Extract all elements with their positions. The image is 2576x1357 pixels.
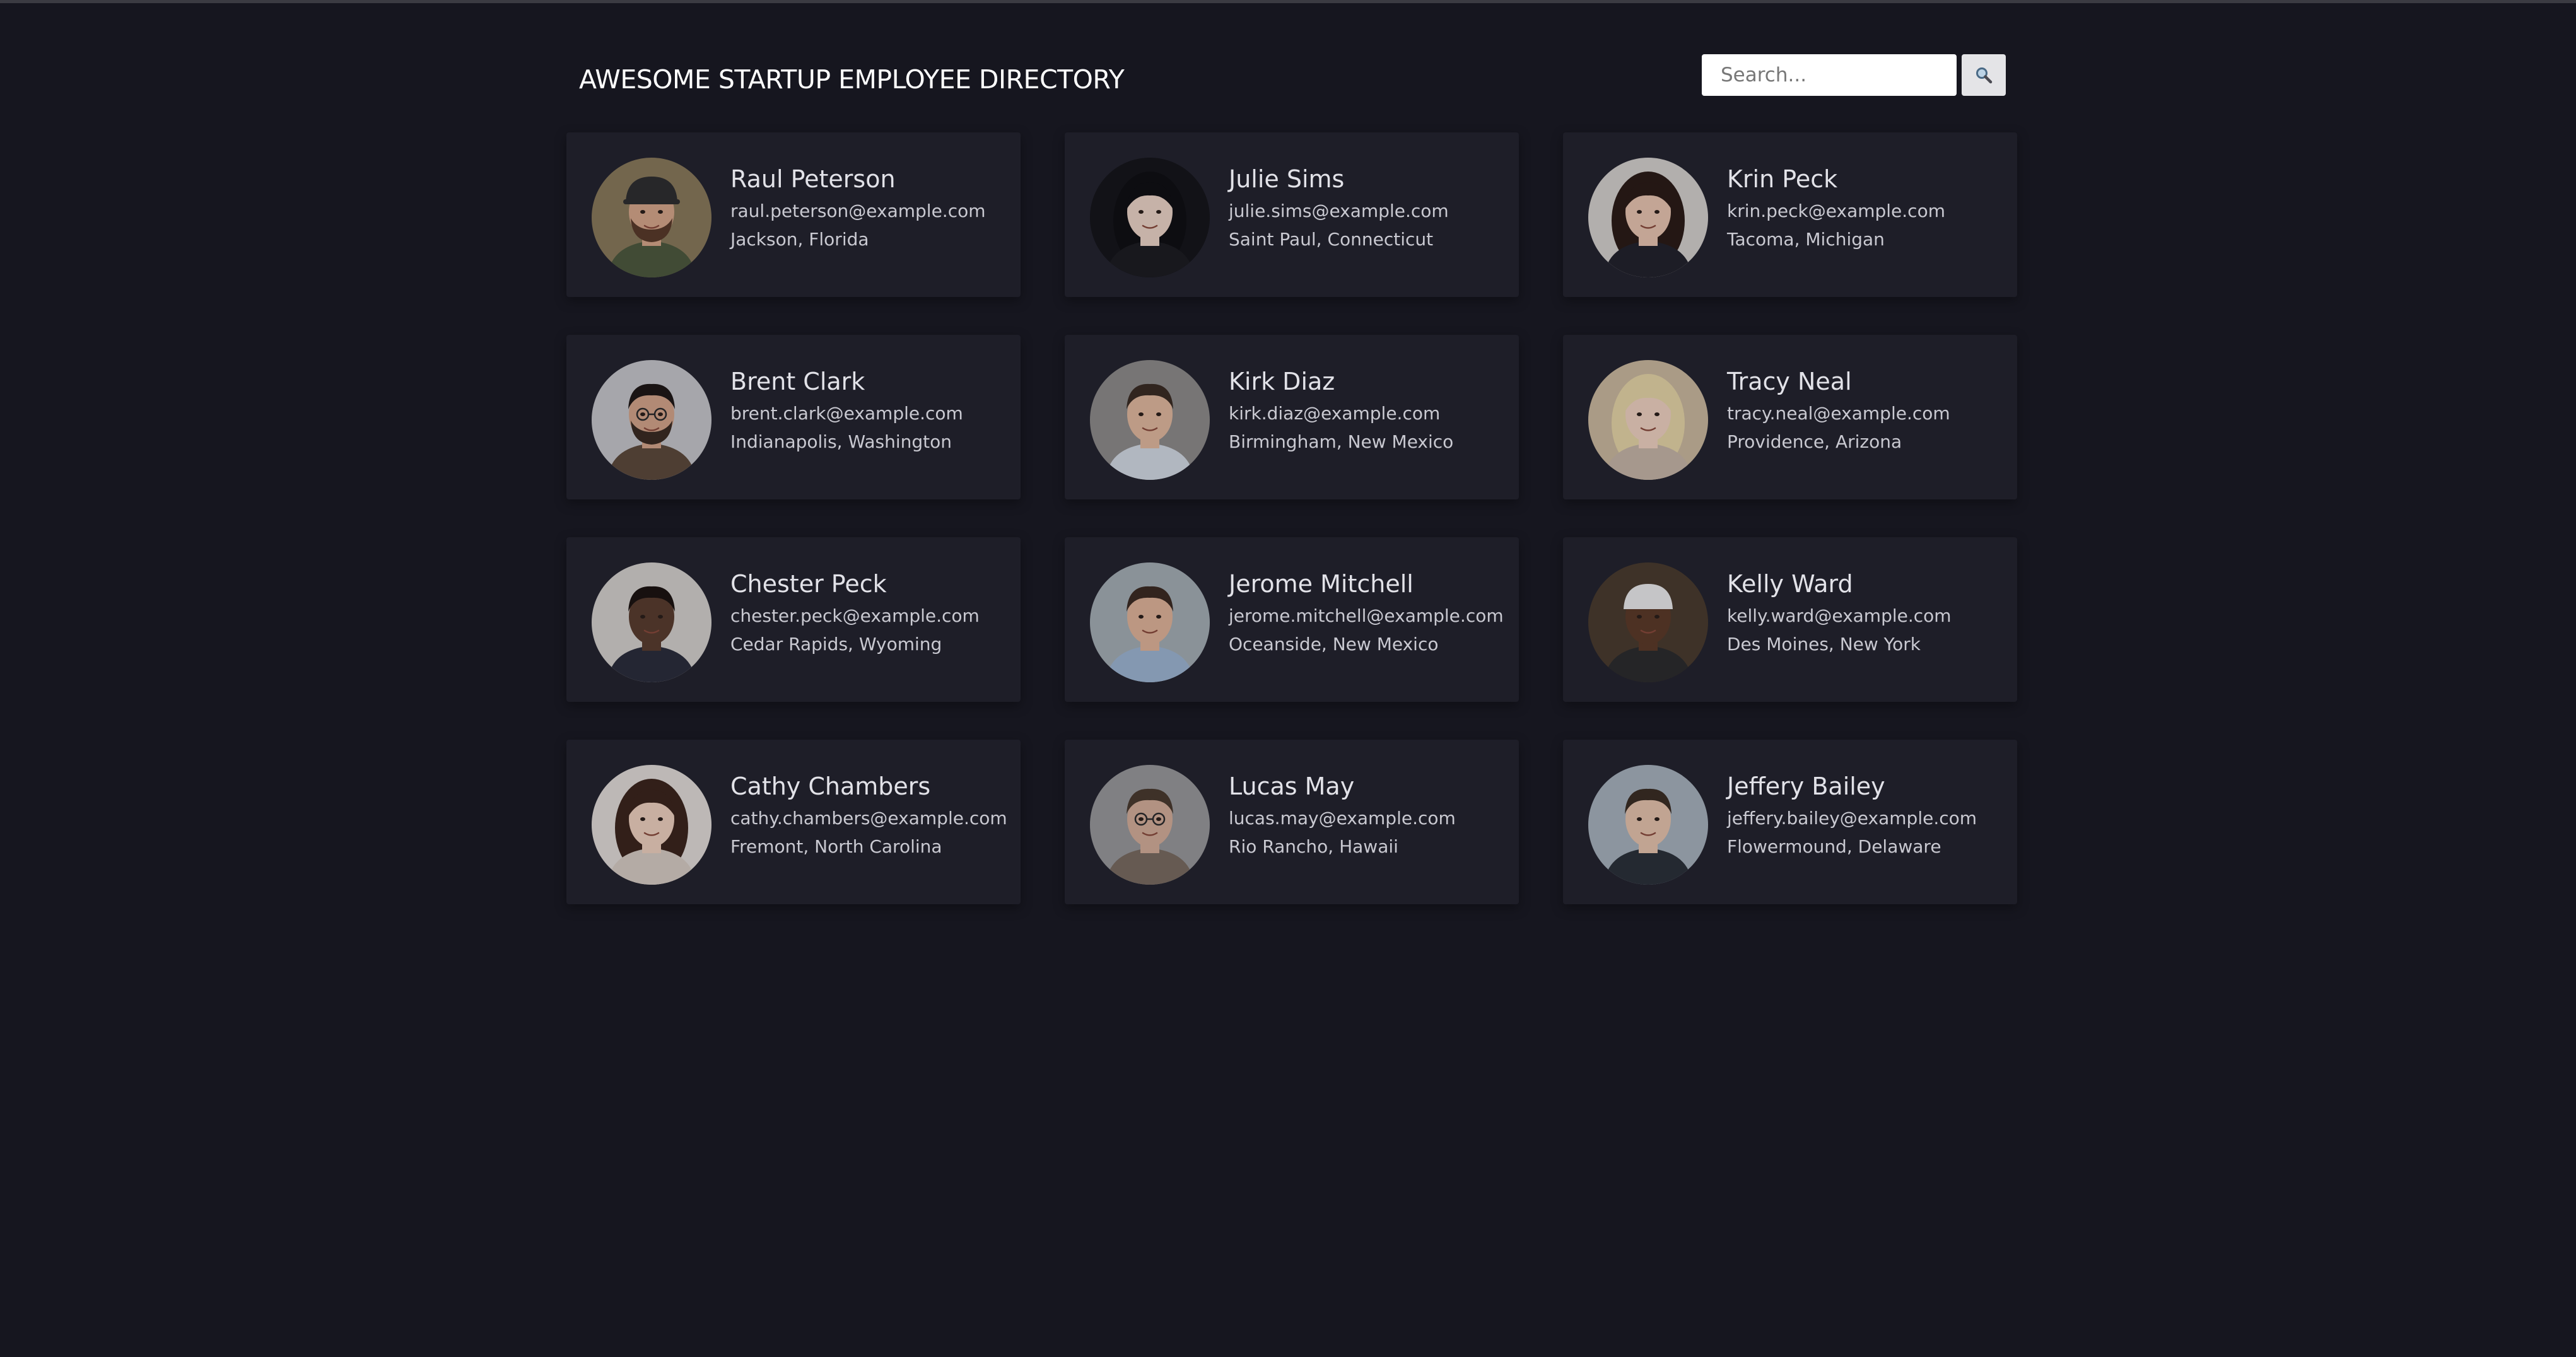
employee-name: Kirk Diaz	[1229, 368, 1335, 395]
employee-location: Rio Rancho, Hawaii	[1229, 836, 1398, 857]
employee-email: chester.peck@example.com	[730, 605, 980, 626]
avatar	[592, 765, 711, 885]
page-header: AWESOME STARTUP EMPLOYEE DIRECTORY	[566, 53, 2017, 110]
employee-name: Tracy Neal	[1727, 368, 1852, 395]
employee-location: Tacoma, Michigan	[1727, 229, 1885, 250]
employee-email: brent.clark@example.com	[730, 403, 963, 424]
employee-card[interactable]: Julie Sims julie.sims@example.com Saint Pa…	[1065, 132, 1519, 297]
employee-card[interactable]: Cathy Chambers cathy.chambers@example.com…	[566, 740, 1021, 904]
avatar	[592, 360, 711, 480]
employee-location: Birmingham, New Mexico	[1229, 431, 1454, 452]
employee-info: Jerome Mitchell jerome.mitchell@example.c…	[1229, 570, 1513, 655]
employee-email: julie.sims@example.com	[1229, 201, 1449, 221]
avatar	[1090, 765, 1210, 885]
avatar	[1588, 562, 1708, 682]
employee-info: Cathy Chambers cathy.chambers@example.com…	[730, 772, 1014, 857]
employee-info: Lucas May lucas.may@example.com Rio Rancho…	[1229, 772, 1513, 857]
employee-name: Julie Sims	[1229, 165, 1345, 193]
employee-card[interactable]: Tracy Neal tracy.neal@example.com Providen…	[1563, 335, 2017, 499]
employee-name: Cathy Chambers	[730, 772, 931, 800]
employee-name: Brent Clark	[730, 368, 865, 395]
employee-card[interactable]: Jeffery Bailey jeffery.bailey@example.com…	[1563, 740, 2017, 904]
employee-email: kirk.diaz@example.com	[1229, 403, 1441, 424]
employee-card[interactable]: Jerome Mitchell jerome.mitchell@example.c…	[1065, 537, 1519, 702]
avatar	[1090, 158, 1210, 277]
employee-email: tracy.neal@example.com	[1727, 403, 1950, 424]
employee-info: Julie Sims julie.sims@example.com Saint Pa…	[1229, 165, 1513, 250]
employee-name: Jerome Mitchell	[1229, 570, 1414, 598]
employee-email: jerome.mitchell@example.com	[1229, 605, 1504, 626]
avatar	[1588, 158, 1708, 277]
search-button[interactable]	[1962, 54, 2006, 96]
employee-name: Krin Peck	[1727, 165, 1838, 193]
page-container: AWESOME STARTUP EMPLOYEE DIRECTORY Raul …	[566, 0, 2017, 1357]
search-icon	[1976, 67, 1993, 84]
employee-email: kelly.ward@example.com	[1727, 605, 1952, 626]
employee-info: Kirk Diaz kirk.diaz@example.com Birmingham…	[1229, 368, 1513, 452]
employee-name: Raul Peterson	[730, 165, 896, 193]
employee-location: Fremont, North Carolina	[730, 836, 942, 857]
employee-location: Saint Paul, Connecticut	[1229, 229, 1434, 250]
employee-gallery: Raul Peterson raul.peterson@example.com Ja…	[566, 132, 2017, 904]
employee-card[interactable]: Lucas May lucas.may@example.com Rio Rancho…	[1065, 740, 1519, 904]
employee-card[interactable]: Brent Clark brent.clark@example.com Indian…	[566, 335, 1021, 499]
employee-info: Brent Clark brent.clark@example.com Indian…	[730, 368, 1014, 452]
employee-name: Jeffery Bailey	[1727, 772, 1885, 800]
employee-email: krin.peck@example.com	[1727, 201, 1945, 221]
employee-info: Krin Peck krin.peck@example.com Tacoma, Mi…	[1727, 165, 2011, 250]
employee-name: Chester Peck	[730, 570, 887, 598]
employee-email: jeffery.bailey@example.com	[1727, 808, 1977, 829]
employee-email: cathy.chambers@example.com	[730, 808, 1007, 829]
avatar	[1090, 562, 1210, 682]
employee-name: Kelly Ward	[1727, 570, 1853, 598]
employee-info: Chester Peck chester.peck@example.com Ceda…	[730, 570, 1014, 655]
employee-name: Lucas May	[1229, 772, 1355, 800]
avatar	[592, 158, 711, 277]
avatar	[1588, 765, 1708, 885]
employee-location: Jackson, Florida	[730, 229, 869, 250]
employee-email: raul.peterson@example.com	[730, 201, 986, 221]
avatar	[1090, 360, 1210, 480]
employee-card[interactable]: Kelly Ward kelly.ward@example.com Des Moin…	[1563, 537, 2017, 702]
employee-card[interactable]: Kirk Diaz kirk.diaz@example.com Birmingham…	[1065, 335, 1519, 499]
employee-location: Cedar Rapids, Wyoming	[730, 634, 942, 655]
employee-info: Raul Peterson raul.peterson@example.com Ja…	[730, 165, 1014, 250]
employee-info: Tracy Neal tracy.neal@example.com Providen…	[1727, 368, 2011, 452]
employee-card[interactable]: Raul Peterson raul.peterson@example.com Ja…	[566, 132, 1021, 297]
employee-email: lucas.may@example.com	[1229, 808, 1456, 829]
employee-location: Providence, Arizona	[1727, 431, 1902, 452]
employee-location: Oceanside, New Mexico	[1229, 634, 1439, 655]
search-input[interactable]	[1702, 54, 1957, 96]
employee-card[interactable]: Chester Peck chester.peck@example.com Ceda…	[566, 537, 1021, 702]
search-form	[1702, 54, 2006, 96]
employee-info: Kelly Ward kelly.ward@example.com Des Moin…	[1727, 570, 2011, 655]
employee-location: Flowermound, Delaware	[1727, 836, 1941, 857]
page-title: AWESOME STARTUP EMPLOYEE DIRECTORY	[579, 64, 1125, 95]
employee-card[interactable]: Krin Peck krin.peck@example.com Tacoma, Mi…	[1563, 132, 2017, 297]
avatar	[592, 562, 711, 682]
avatar	[1588, 360, 1708, 480]
employee-info: Jeffery Bailey jeffery.bailey@example.com…	[1727, 772, 2011, 857]
employee-location: Des Moines, New York	[1727, 634, 1921, 655]
employee-location: Indianapolis, Washington	[730, 431, 952, 452]
